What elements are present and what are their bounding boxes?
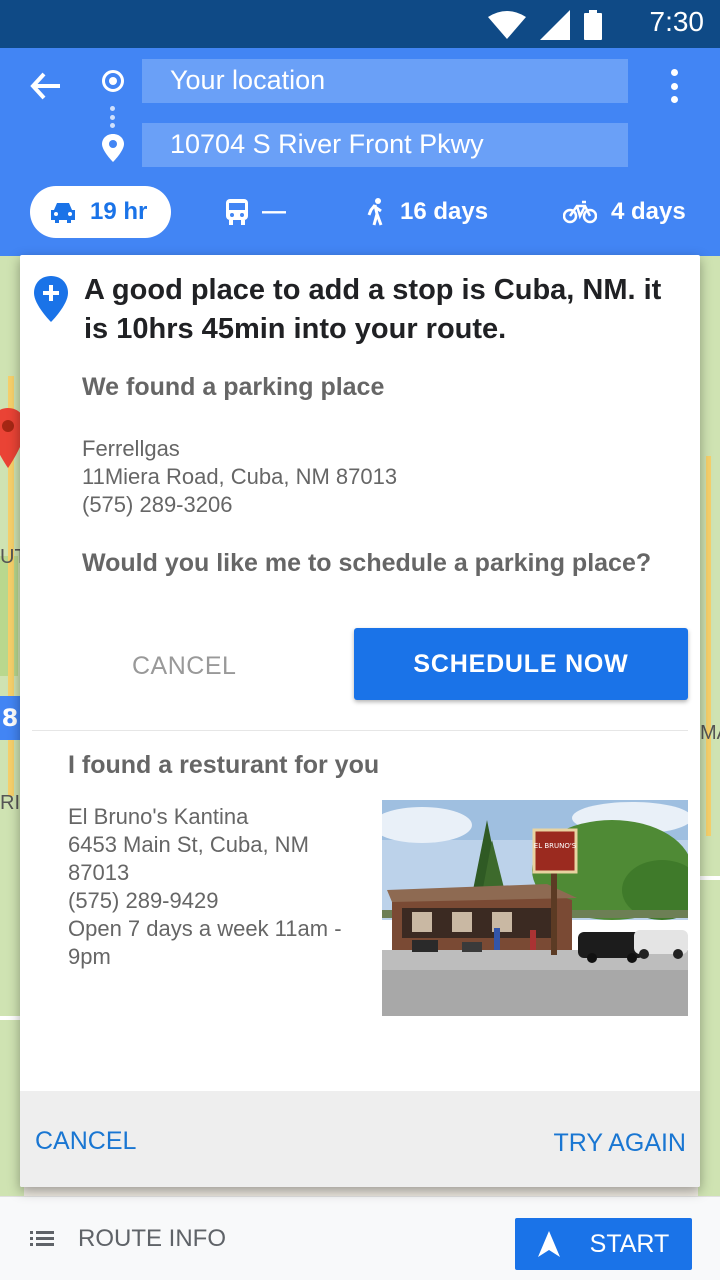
navigation-arrow-icon	[537, 1231, 560, 1257]
signal-icon	[540, 10, 570, 40]
bottom-bar: ROUTE INFO START	[0, 1196, 720, 1280]
add-stop-pin-icon	[34, 276, 68, 322]
route-dots-icon	[110, 106, 116, 128]
transit-icon	[226, 199, 248, 225]
restaurant-address: El Bruno's Kantina 6453 Main St, Cuba, N…	[68, 804, 342, 969]
highway-badge: 8	[0, 696, 20, 740]
mode-transit-tab[interactable]: —	[226, 186, 286, 238]
stop-suggestion-dialog: A good place to add a stop is Cuba, NM. …	[20, 255, 700, 1187]
back-button[interactable]	[26, 66, 66, 106]
status-bar: 7:30	[0, 0, 720, 48]
mode-bike-tab[interactable]: 4 days	[563, 186, 686, 238]
parking-cancel-button[interactable]: CANCEL	[132, 652, 236, 681]
mode-walk-label: 16 days	[400, 198, 489, 225]
walk-icon	[367, 198, 383, 226]
divider	[32, 730, 688, 731]
bike-icon	[563, 200, 597, 224]
travel-modes: 19 hr — 16 days 4 days	[0, 186, 720, 238]
clock: 7:30	[649, 6, 705, 37]
parking-question: Would you like me to schedule a parking …	[82, 549, 652, 577]
restaurant-photo[interactable]: EL BRUNO'S	[382, 800, 688, 1016]
mode-transit-label: —	[262, 198, 286, 225]
route-info-label: ROUTE INFO	[78, 1225, 226, 1252]
restaurant-heading: I found a resturant for you	[68, 751, 380, 779]
origin-field[interactable]: Your location	[142, 59, 628, 103]
start-label: START	[589, 1229, 670, 1258]
destination-field[interactable]: 10704 S River Front Pkwy	[142, 123, 628, 167]
parking-heading: We found a parking place	[82, 373, 385, 401]
dialog-footer: CANCEL TRY AGAIN	[20, 1091, 700, 1187]
battery-icon	[584, 10, 602, 40]
car-icon	[51, 203, 75, 223]
status-icons	[488, 10, 602, 40]
mode-drive-tab[interactable]: 19 hr	[30, 186, 172, 238]
schedule-now-button[interactable]: SCHEDULE NOW	[354, 628, 688, 700]
more-options-button[interactable]	[664, 66, 684, 106]
parking-address: Ferrellgas 11Miera Road, Cuba, NM 87013 …	[82, 436, 398, 517]
mode-walk-tab[interactable]: 16 days	[366, 186, 488, 238]
start-button[interactable]: START	[515, 1218, 692, 1270]
destination-pin-icon	[102, 134, 124, 162]
arrow-back-icon	[30, 72, 60, 100]
origin-icon	[102, 70, 124, 92]
try-again-button[interactable]: TRY AGAIN	[554, 1129, 686, 1158]
directions-header: Your location 10704 S River Front Pkwy 1…	[0, 48, 720, 256]
list-icon	[30, 1231, 54, 1246]
dialog-cancel-button[interactable]: CANCEL	[35, 1127, 136, 1156]
wifi-icon	[488, 11, 526, 39]
mode-drive-label: 19 hr	[90, 198, 148, 225]
dialog-title: A good place to add a stop is Cuba, NM. …	[84, 274, 662, 345]
route-info-button[interactable]: ROUTE INFO	[30, 1225, 226, 1253]
mode-bike-label: 4 days	[611, 198, 686, 225]
map-label: MA	[700, 722, 720, 744]
restaurant-sign-text: EL BRUNO'S	[534, 842, 577, 850]
